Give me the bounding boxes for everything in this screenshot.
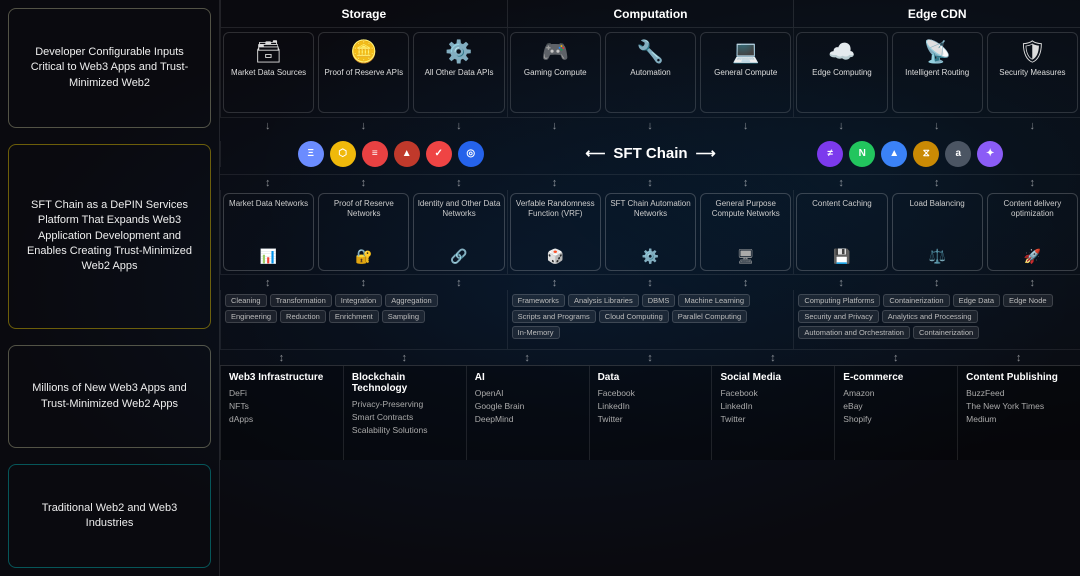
gp-compute-networks: General Purpose Compute Networks 🖥 <box>700 193 791 271</box>
subcols-row: 🗃 Market Data Sources 🪙 Proof of Reserve… <box>220 28 1080 118</box>
logo-6: ✦ <box>977 141 1003 167</box>
vrf-box: Verfable Randomness Function (VRF) 🎲 <box>510 193 601 271</box>
avax-logo: ≡ <box>362 141 388 167</box>
bnb-logo: ⬡ <box>330 141 356 167</box>
edge-cdn-subcols: ☁️ Edge Computing 📡 Intelligent Routing … <box>793 28 1080 117</box>
market-data-icon: 🗃 <box>255 39 283 65</box>
computation-tags: Frameworks Analysis Libraries DBMS Machi… <box>507 290 794 349</box>
arrows-row-2: ↕ ↕ ↕ ↕ ↕ ↕ ↕ ↕ ↕ <box>220 175 1080 190</box>
logo-2: N <box>849 141 875 167</box>
intelligent-routing: 📡 Intelligent Routing <box>892 32 983 113</box>
routing-icon: 📡 <box>923 39 950 65</box>
storage-subcols: 🗃 Market Data Sources 🪙 Proof of Reserve… <box>220 28 507 117</box>
sft-chain-center: ⟵ SFT Chain ⟶ <box>561 145 741 162</box>
edge-icon: ☁️ <box>828 39 855 65</box>
new-apps-card: Millions of New Web3 Apps and Trust-Mini… <box>8 345 211 449</box>
identity-networks: Identity and Other Data Networks 🔗 <box>413 193 504 271</box>
general-compute: 💻 General Compute <box>700 32 791 113</box>
arrows-row-1: ↓ ↓ ↓ ↓ ↓ ↓ ↓ ↓ ↓ <box>220 118 1080 133</box>
matic-logo: ◎ <box>458 141 484 167</box>
left-panel: Developer Configurable Inputs Critical t… <box>0 0 220 576</box>
arb-logo: ▲ <box>394 141 420 167</box>
ton-logo: ✓ <box>426 141 452 167</box>
edge-computing: ☁️ Edge Computing <box>796 32 887 113</box>
other-data-apis: ⚙️ All Other Data APIs <box>413 32 504 113</box>
social-media-col: Social Media Facebook LinkedIn Twitter <box>711 366 834 460</box>
comp-tags-line2: Scripts and Programs Cloud Computing Par… <box>512 310 790 339</box>
column-headers: Storage Computation Edge CDN <box>220 0 1080 28</box>
storage-tags-line2: Engineering Reduction Enrichment Samplin… <box>225 310 503 323</box>
storage-header: Storage <box>220 0 507 27</box>
automation: 🔧 Automation <box>605 32 696 113</box>
automation-icon: 🔧 <box>637 39 664 65</box>
content-publishing-col: Content Publishing BuzzFeed The New York… <box>957 366 1080 460</box>
data-col: Data Facebook LinkedIn Twitter <box>589 366 712 460</box>
developer-inputs-card: Developer Configurable Inputs Critical t… <box>8 8 211 128</box>
blockchain-tech-col: Blockchain Technology Privacy-Preserving… <box>343 366 466 460</box>
eth-logo: Ξ <box>298 141 324 167</box>
market-data-sources: 🗃 Market Data Sources <box>223 32 314 113</box>
ai-col: AI OpenAI Google Brain DeepMind <box>466 366 589 460</box>
arrows-row-3: ↕ ↕ ↕ ↕ ↕ ↕ ↕ ↕ ↕ <box>220 275 1080 290</box>
main-layout: Developer Configurable Inputs Critical t… <box>0 0 1080 576</box>
comp-tags-line1: Frameworks Analysis Libraries DBMS Machi… <box>512 294 790 307</box>
logo-1: ≠ <box>817 141 843 167</box>
logo-4: ⧖ <box>913 141 939 167</box>
gaming-icon: 🎮 <box>542 39 569 65</box>
logo-3: ▲ <box>881 141 907 167</box>
blockchain-row: Ξ ⬡ ≡ ▲ ✓ ◎ ⟵ SFT Chain ⟶ ≠ N ▲ ⧖ a ✦ <box>220 133 1080 175</box>
security-measures: 🛡 Security Measures <box>987 32 1078 113</box>
edge-logos: ≠ N ▲ ⧖ a ✦ <box>741 141 1080 167</box>
storage-logos: Ξ ⬡ ≡ ▲ ✓ ◎ <box>220 141 561 167</box>
tags-row: Cleaning Transformation Integration Aggr… <box>220 290 1080 350</box>
compute-icon: 💻 <box>732 39 759 65</box>
security-icon: 🛡 <box>1018 39 1046 65</box>
sft-chain-card: SFT Chain as a DePIN Services Platform T… <box>8 144 211 329</box>
traditional-industries-text: Traditional Web2 and Web3 Industries <box>19 501 200 532</box>
proof-reserve-networks: Proof of Reserve Networks 🔐 <box>318 193 409 271</box>
edge-cdn-header: Edge CDN <box>793 0 1080 27</box>
ecommerce-col: E-commerce Amazon eBay Shopify <box>834 366 957 460</box>
computation-header: Computation <box>507 0 794 27</box>
industry-row: Web3 Infrastructure DeFi NFTs dApps Bloc… <box>220 365 1080 460</box>
computation-networks: Verfable Randomness Function (VRF) 🎲 SFT… <box>507 190 794 274</box>
other-data-icon: ⚙️ <box>445 39 472 65</box>
edge-networks: Content Caching 💾 Load Balancing ⚖️ Cont… <box>793 190 1080 274</box>
new-apps-text: Millions of New Web3 Apps and Trust-Mini… <box>19 381 200 412</box>
market-data-networks: Market Data Networks 📊 <box>223 193 314 271</box>
storage-networks: Market Data Networks 📊 Proof of Reserve … <box>220 190 507 274</box>
sft-chain-text: SFT Chain as a DePIN Services Platform T… <box>19 198 200 275</box>
web3-infra-col: Web3 Infrastructure DeFi NFTs dApps <box>220 366 343 460</box>
developer-inputs-text: Developer Configurable Inputs Critical t… <box>19 45 200 91</box>
storage-tags: Cleaning Transformation Integration Aggr… <box>220 290 507 349</box>
network-row: Market Data Networks 📊 Proof of Reserve … <box>220 190 1080 275</box>
traditional-industries-card: Traditional Web2 and Web3 Industries <box>8 464 211 568</box>
computation-subcols: 🎮 Gaming Compute 🔧 Automation 💻 General … <box>507 28 794 117</box>
arrows-row-4: ↕ ↕ ↕ ↕ ↕ ↕ ↕ <box>220 350 1080 365</box>
right-area: Storage Computation Edge CDN 🗃 Market Da… <box>220 0 1080 576</box>
storage-tags-line1: Cleaning Transformation Integration Aggr… <box>225 294 503 307</box>
edge-tags-line1: Computing Platforms Containerization Edg… <box>798 294 1076 307</box>
load-balancing: Load Balancing ⚖️ <box>892 193 983 271</box>
proof-reserve-icon: 🪙 <box>350 39 377 65</box>
logo-5: a <box>945 141 971 167</box>
edge-tags-line2: Security and Privacy Analytics and Proce… <box>798 310 1076 339</box>
proof-reserve-apis: 🪙 Proof of Reserve APIs <box>318 32 409 113</box>
edge-tags: Computing Platforms Containerization Edg… <box>793 290 1080 349</box>
automation-networks: SFT Chain Automation Networks ⚙️ <box>605 193 696 271</box>
content-delivery: Content delivery optimization 🚀 <box>987 193 1078 271</box>
content-caching: Content Caching 💾 <box>796 193 887 271</box>
gaming-compute: 🎮 Gaming Compute <box>510 32 601 113</box>
